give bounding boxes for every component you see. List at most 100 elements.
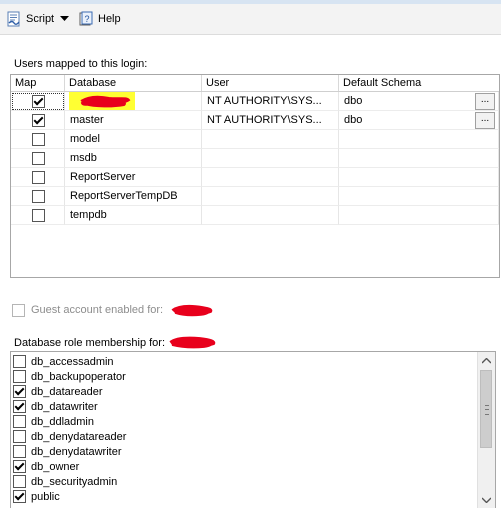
database-cell[interactable]: tempdb xyxy=(65,206,202,225)
user-cell[interactable] xyxy=(202,168,339,187)
scroll-thumb[interactable] xyxy=(480,370,492,448)
user-cell[interactable] xyxy=(202,130,339,149)
help-icon: ? xyxy=(79,11,93,26)
role-checkbox[interactable] xyxy=(13,475,26,488)
user-cell[interactable] xyxy=(202,187,339,206)
column-header-default-schema[interactable]: Default Schema xyxy=(339,75,499,91)
role-name: db_owner xyxy=(31,460,80,473)
map-checkbox[interactable] xyxy=(32,133,45,146)
schema-value: dbo xyxy=(344,114,363,126)
role-name: db_securityadmin xyxy=(31,475,118,488)
user-cell[interactable] xyxy=(202,206,339,225)
role-name: db_ddladmin xyxy=(31,415,94,428)
schema-cell[interactable]: dbo ... xyxy=(339,111,499,130)
column-header-map[interactable]: Map xyxy=(11,75,65,91)
column-header-user[interactable]: User xyxy=(202,75,339,91)
table-row[interactable]: msdb xyxy=(11,149,499,168)
role-item[interactable]: db_denydatawriter xyxy=(13,444,122,459)
role-checkbox[interactable] xyxy=(13,400,26,413)
role-name: db_datareader xyxy=(31,385,103,398)
role-checkbox[interactable] xyxy=(13,490,26,503)
role-item[interactable]: public xyxy=(13,489,60,504)
role-checkbox[interactable] xyxy=(13,370,26,383)
redaction-scribble xyxy=(80,95,131,108)
role-checkbox[interactable] xyxy=(13,460,26,473)
user-cell[interactable] xyxy=(202,149,339,168)
table-row[interactable]: ReportServerTempDB xyxy=(11,187,499,206)
role-name: db_backupoperator xyxy=(31,370,126,383)
role-item[interactable]: db_owner xyxy=(13,459,79,474)
table-row[interactable]: tempdb xyxy=(11,206,499,225)
role-name: db_denydatawriter xyxy=(31,445,122,458)
role-item[interactable]: db_backupoperator xyxy=(13,369,126,384)
role-membership-list[interactable]: db_accessadmin db_backupoperator db_data… xyxy=(10,351,496,508)
role-item[interactable]: db_ddladmin xyxy=(13,414,94,429)
role-item[interactable]: db_datareader xyxy=(13,384,103,399)
role-membership-label: Database role membership for: xyxy=(14,335,218,349)
role-item[interactable]: db_accessadmin xyxy=(13,354,114,369)
toolbar: Script ? Help xyxy=(0,4,501,35)
help-button[interactable]: ? Help xyxy=(78,10,121,28)
map-checkbox[interactable] xyxy=(32,95,45,108)
help-label: Help xyxy=(98,13,121,25)
database-cell[interactable] xyxy=(65,92,202,111)
table-row[interactable]: model xyxy=(11,130,499,149)
svg-text:?: ? xyxy=(84,14,89,24)
schema-cell[interactable] xyxy=(339,206,499,225)
map-checkbox[interactable] xyxy=(32,190,45,203)
role-item[interactable]: db_denydatareader xyxy=(13,429,126,444)
role-checkbox[interactable] xyxy=(13,415,26,428)
database-cell[interactable]: model xyxy=(65,130,202,149)
schema-cell[interactable] xyxy=(339,149,499,168)
map-checkbox[interactable] xyxy=(32,171,45,184)
table-row[interactable]: NT AUTHORITY\SYS... dbo ... xyxy=(11,92,499,111)
role-checkbox[interactable] xyxy=(13,430,26,443)
schema-browse-button[interactable]: ... xyxy=(475,93,495,110)
map-cell xyxy=(11,92,65,111)
vertical-scrollbar[interactable] xyxy=(477,352,495,508)
grip-icon xyxy=(485,405,489,415)
scroll-up-button[interactable] xyxy=(478,352,495,369)
guest-account-checkbox[interactable] xyxy=(12,303,25,317)
role-checkbox[interactable] xyxy=(13,385,26,398)
script-button[interactable]: Script xyxy=(6,10,54,28)
map-cell xyxy=(11,187,65,206)
grid-header: Map Database User Default Schema xyxy=(11,75,499,92)
user-cell[interactable]: NT AUTHORITY\SYS... xyxy=(202,92,339,111)
schema-cell[interactable]: dbo ... xyxy=(339,92,499,111)
chevron-down-icon xyxy=(482,497,491,503)
database-cell[interactable]: ReportServer xyxy=(65,168,202,187)
scroll-down-button[interactable] xyxy=(478,491,495,508)
role-checkbox[interactable] xyxy=(13,445,26,458)
schema-cell[interactable] xyxy=(339,130,499,149)
role-name: db_datawriter xyxy=(31,400,98,413)
role-item[interactable]: db_datawriter xyxy=(13,399,98,414)
users-mapped-label: Users mapped to this login: xyxy=(14,58,148,70)
redaction-scribble xyxy=(169,336,216,349)
database-cell[interactable]: ReportServerTempDB xyxy=(65,187,202,206)
users-mapped-grid[interactable]: Map Database User Default Schema NT AUTH… xyxy=(10,74,500,278)
table-row[interactable]: master NT AUTHORITY\SYS... dbo ... xyxy=(11,111,499,130)
column-header-database[interactable]: Database xyxy=(65,75,202,91)
schema-browse-button[interactable]: ... xyxy=(475,112,495,129)
map-checkbox[interactable] xyxy=(32,152,45,165)
script-label: Script xyxy=(26,13,55,25)
script-dropdown-button[interactable] xyxy=(60,10,69,28)
user-cell[interactable]: NT AUTHORITY\SYS... xyxy=(202,111,339,130)
schema-cell[interactable] xyxy=(339,168,499,187)
script-icon xyxy=(7,11,20,27)
table-row[interactable]: ReportServer xyxy=(11,168,499,187)
database-cell[interactable]: master xyxy=(65,111,202,130)
database-cell[interactable]: msdb xyxy=(65,149,202,168)
role-item[interactable]: db_securityadmin xyxy=(13,474,117,489)
map-checkbox[interactable] xyxy=(32,209,45,222)
role-checkbox[interactable] xyxy=(13,355,26,368)
chevron-up-icon xyxy=(482,357,491,363)
role-name: public xyxy=(31,490,60,503)
schema-cell[interactable] xyxy=(339,187,499,206)
role-membership-text: Database role membership for: xyxy=(14,337,166,349)
guest-account-label: Guest account enabled for: xyxy=(31,304,164,316)
map-checkbox[interactable] xyxy=(32,114,45,127)
redaction-scribble xyxy=(171,304,213,317)
map-cell xyxy=(11,206,65,225)
